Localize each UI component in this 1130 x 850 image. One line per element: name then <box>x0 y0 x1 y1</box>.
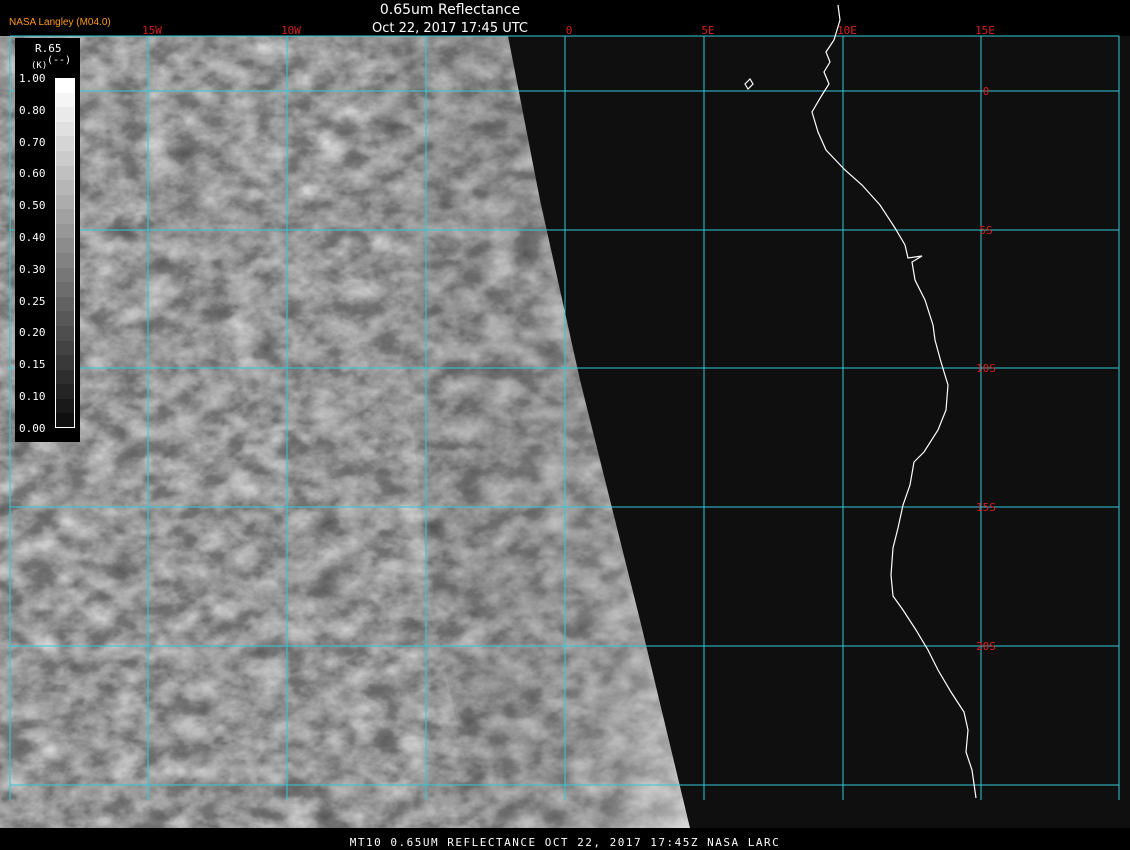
legend-label: 0.60 <box>19 167 46 181</box>
legend-label: 0.20 <box>19 326 46 340</box>
legend-frame <box>55 78 75 428</box>
legend-label: 0.15 <box>19 358 46 372</box>
satellite-map: 15W 10W 0 5E 10E 15E 0 5S 10S 15S 20S NASA Langley… <box>0 0 1130 850</box>
legend-label: 1.00 <box>19 72 46 85</box>
legend-label: 0.40 <box>19 231 46 244</box>
legend-label: 0.25 <box>19 294 46 308</box>
legend-label: 0.70 <box>19 135 46 149</box>
legend-label: 0.30 <box>19 262 46 276</box>
footer-caption: MT10 0.65UM REFLECTANCE OCT 22, 2017 17:… <box>349 836 781 849</box>
legend-label: 0.10 <box>19 390 46 403</box>
legend-title: R.65 <box>35 42 62 55</box>
legend-label: 0.50 <box>19 199 46 213</box>
colorbar-legend: R.65 (--) (K) 1.00 0.80 0.70 0.60 0.50 0.40 0.… <box>15 38 80 442</box>
image-timestamp: Oct 22, 2017 17:45 UTC <box>372 21 528 36</box>
latitude-label-20s: 20S <box>976 640 996 653</box>
latitude-label-5s: 5S <box>979 224 992 237</box>
reflectance-map-canvas: 15W 10W 0 5E 10E 15E05S10S15S20S <box>0 4 1130 828</box>
image-title: 0.65um Reflectance <box>379 2 521 18</box>
legend-label: 0.80 <box>19 103 46 117</box>
longitude-label-15e: 15E <box>975 24 995 37</box>
latitude-label-0: 0 <box>983 85 990 98</box>
legend-unit-prefix: (K) <box>31 61 48 71</box>
legend-unit: (--) <box>47 55 72 66</box>
latitude-label-10s: 10S <box>976 362 996 375</box>
legend-label: 0.00 <box>19 421 46 435</box>
latitude-label-15s: 15S <box>976 501 996 514</box>
